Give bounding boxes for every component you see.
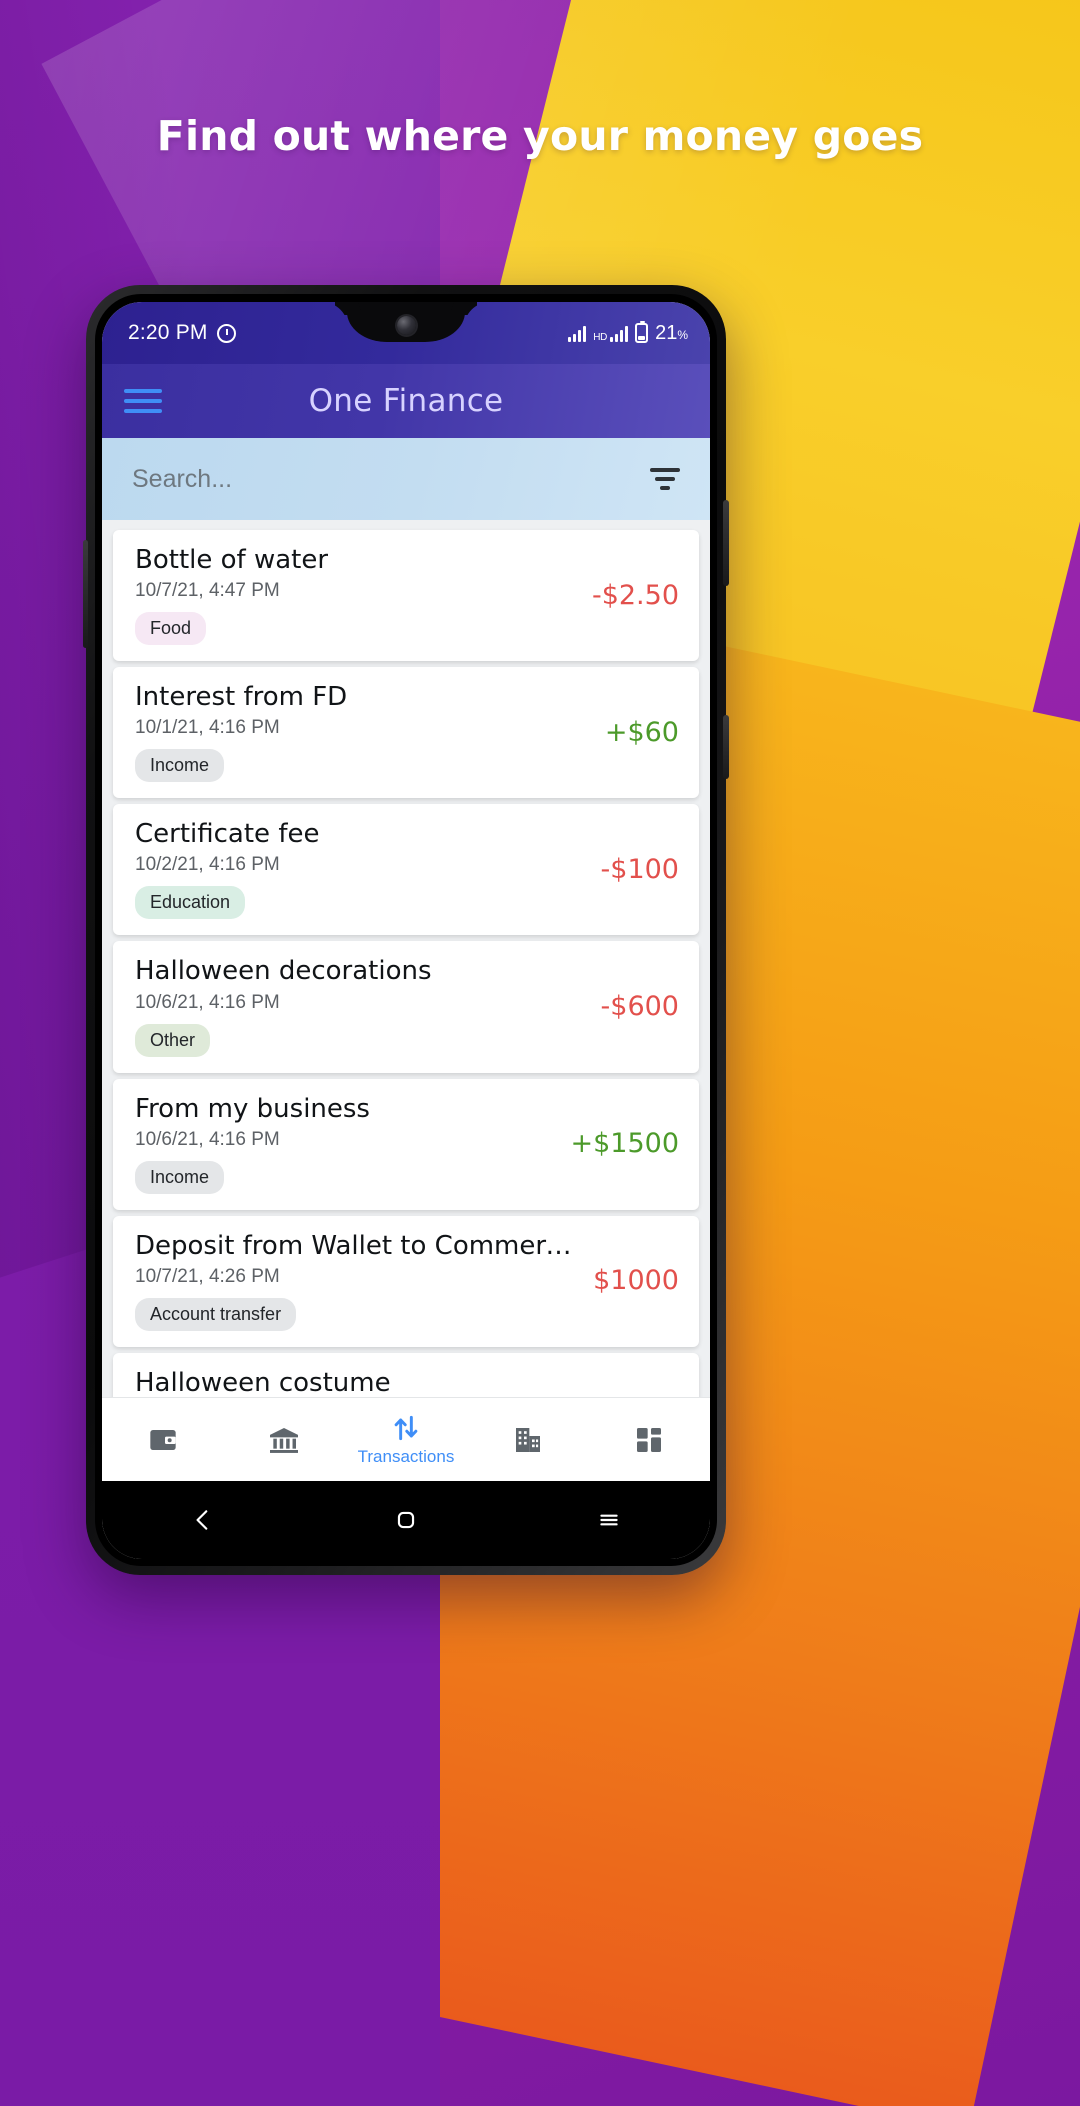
transfer-arrows-icon [394, 1415, 418, 1441]
signal-bars-hd-icon: HD [593, 325, 629, 343]
battery-icon [635, 321, 649, 343]
transaction-title: Halloween costume [135, 1367, 391, 1397]
volume-button[interactable] [723, 715, 729, 779]
network-label: HD [593, 331, 608, 343]
search-input[interactable]: Search... [132, 465, 232, 494]
wallet-icon [150, 1429, 176, 1450]
transaction-row[interactable]: From my business 10/6/21, 4:16 PM Income… [113, 1078, 699, 1210]
nav-item-building[interactable] [467, 1398, 589, 1481]
left-side-button[interactable] [83, 540, 88, 648]
category-chip: Education [135, 886, 246, 920]
bottom-navigation: Transactions [102, 1397, 710, 1481]
status-bar: 2:20 PM HD 21% [102, 302, 710, 364]
camera-notch [347, 302, 465, 342]
power-button[interactable] [723, 500, 729, 586]
phone-screen: 2:20 PM HD 21% One Finance Search... Bot… [102, 302, 710, 1559]
back-chevron-icon[interactable] [190, 1507, 216, 1533]
status-bar-right: HD 21% [568, 321, 688, 345]
building-icon [515, 1427, 540, 1452]
transaction-row[interactable]: Interest from FD 10/1/21, 4:16 PM Income… [113, 667, 699, 799]
search-bar[interactable]: Search... [102, 438, 710, 520]
transaction-date: 10/6/21, 4:16 PM [135, 1128, 280, 1150]
transaction-amount: -$100 [600, 853, 679, 885]
phone-bezel: 2:20 PM HD 21% One Finance Search... Bot… [95, 294, 717, 1566]
status-bar-left: 2:20 PM [128, 321, 236, 345]
android-navigation-bar [102, 1481, 710, 1559]
transaction-title: Halloween decorations [135, 956, 432, 987]
transaction-date: 10/6/21, 4:16 PM [135, 991, 280, 1013]
transaction-list[interactable]: Bottle of water 10/7/21, 4:47 PM Food -$… [102, 520, 710, 1397]
category-chip: Income [135, 1160, 225, 1194]
transaction-amount: +$1500 [570, 1128, 679, 1160]
transaction-row[interactable]: Bottle of water 10/7/21, 4:47 PM Food -$… [113, 530, 699, 662]
category-chip: Account transfer [135, 1297, 297, 1331]
transaction-row[interactable]: Halloween costume 10/5/21, 4:16 PM Cloth… [113, 1352, 699, 1397]
bank-icon [270, 1427, 299, 1453]
transaction-row[interactable]: Halloween decorations 10/6/21, 4:16 PM O… [113, 941, 699, 1073]
nav-label-transactions: Transactions [357, 1447, 455, 1466]
filter-icon[interactable] [648, 468, 682, 490]
recents-menu-icon[interactable] [596, 1507, 622, 1533]
home-circle-icon[interactable] [393, 1507, 419, 1533]
transaction-date: 10/7/21, 4:47 PM [135, 580, 280, 602]
battery-level: 21% [655, 321, 688, 344]
transaction-amount: -$600 [600, 991, 679, 1023]
signal-bars-icon [568, 325, 587, 342]
transaction-row[interactable]: Certificate fee 10/2/21, 4:16 PM Educati… [113, 804, 699, 936]
clock-icon [216, 323, 236, 343]
nav-item-wallet[interactable] [102, 1398, 224, 1481]
transaction-title: Certificate fee [135, 819, 320, 850]
front-camera-icon [396, 315, 416, 335]
nav-item-dashboard[interactable] [588, 1398, 710, 1481]
nav-item-transactions[interactable]: Transactions [345, 1398, 467, 1481]
transaction-date: 10/1/21, 4:16 PM [135, 717, 280, 739]
promo-headline: Find out where your money goes [156, 112, 924, 160]
category-chip: Other [135, 1023, 211, 1057]
phone-mockup: 2:20 PM HD 21% One Finance Search... Bot… [83, 285, 729, 1575]
category-chip: Food [135, 612, 207, 646]
app-bar: One Finance [102, 364, 710, 438]
transaction-title: Interest from FD [135, 682, 348, 713]
nav-item-bank[interactable] [224, 1398, 346, 1481]
transaction-amount: +$60 [604, 716, 679, 748]
hamburger-menu-icon[interactable] [124, 389, 162, 413]
transaction-amount: -$2.50 [591, 579, 679, 611]
transaction-amount: $1000 [593, 1265, 679, 1297]
app-title: One Finance [308, 383, 504, 419]
dashboard-grid-icon [637, 1427, 662, 1452]
transaction-date: 10/2/21, 4:16 PM [135, 854, 280, 876]
transaction-title: Bottle of water [135, 545, 329, 575]
status-time: 2:20 PM [128, 321, 208, 344]
transaction-title: Deposit from Wallet to Commercial [135, 1230, 582, 1261]
transaction-date: 10/7/21, 4:26 PM [135, 1265, 280, 1287]
category-chip: Income [135, 749, 225, 783]
transaction-row[interactable]: Deposit from Wallet to Commercial 10/7/2… [113, 1215, 699, 1347]
transaction-title: From my business [135, 1093, 370, 1124]
